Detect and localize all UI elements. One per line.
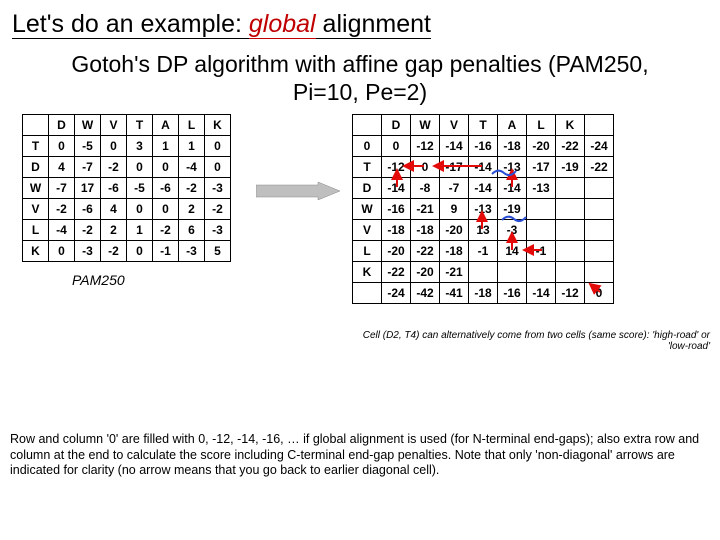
table-row: L-4-221-26-3 (23, 220, 231, 241)
arrow-right-icon (256, 182, 340, 200)
pam250-table: D W V T A L K T0-503110 D4-7-200-40 W-71… (22, 114, 231, 262)
dp-matrix-table: D W V T A L K 00-12-14-16-18-20-22-24 T-… (352, 114, 614, 304)
tables-area: D W V T A L K T0-503110 D4-7-200-40 W-71… (0, 110, 720, 118)
title-global: global (249, 10, 316, 39)
table-row: D-14-8-7-14-14-13 (353, 178, 614, 199)
table-row: K0-3-20-1-35 (23, 241, 231, 262)
title-alignment: alignment (316, 10, 431, 39)
table-row: K-22-20-21 (353, 262, 614, 283)
explanation-text: Row and column '0' are filled with 0, -1… (10, 432, 710, 479)
table-row: -24-42-41-18-16-14-120 (353, 283, 614, 304)
table-row: L-20-22-18-114-1 (353, 241, 614, 262)
slide-subtitle: Gotoh's DP algorithm with affine gap pen… (0, 43, 720, 110)
cell-note: Cell (D2, T4) can alternatively come fro… (350, 330, 710, 352)
title-prefix: Let's do an example: (12, 10, 249, 39)
table-row: V-2-64002-2 (23, 199, 231, 220)
table-row: T-120-17-14-13-17-19-22 (353, 157, 614, 178)
table-row: W-16-219-13-19 (353, 199, 614, 220)
table-row: 00-12-14-16-18-20-22-24 (353, 136, 614, 157)
pam-caption: PAM250 (72, 272, 125, 288)
slide-title: Let's do an example: global alignment (0, 0, 720, 43)
table-row: D W V T A L K (23, 115, 231, 136)
table-row: V-18-18-2013-3 (353, 220, 614, 241)
table-row: T0-503110 (23, 136, 231, 157)
table-row: D4-7-200-40 (23, 157, 231, 178)
table-row: W-717-6-5-6-2-3 (23, 178, 231, 199)
table-row: D W V T A L K (353, 115, 614, 136)
